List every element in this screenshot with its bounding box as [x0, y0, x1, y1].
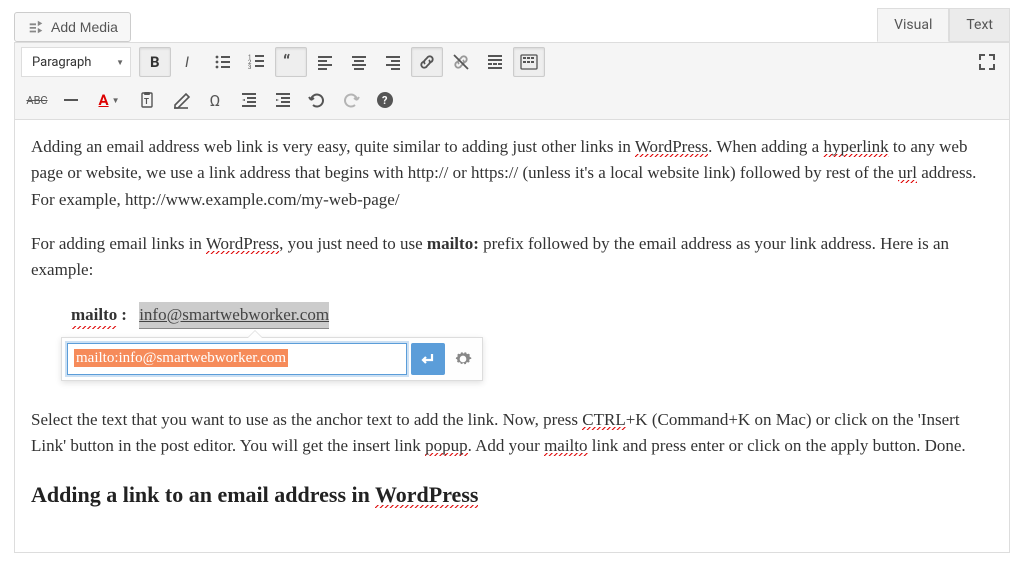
italic-button[interactable]: I — [173, 47, 205, 77]
add-media-button[interactable]: Add Media — [14, 12, 131, 42]
remove-link-button[interactable] — [445, 47, 477, 77]
outdent-button[interactable] — [233, 85, 265, 115]
tab-visual[interactable]: Visual — [877, 8, 949, 42]
link-url-input[interactable]: mailto:info@smartwebworker.com — [67, 343, 407, 375]
strikethrough-button[interactable]: ABC — [21, 85, 53, 115]
svg-text:?: ? — [382, 94, 388, 107]
insert-more-button[interactable] — [479, 47, 511, 77]
editor-content[interactable]: Adding an email address web link is very… — [14, 120, 1010, 553]
example-mailto-line: mailto: info@smartwebworker.com — [31, 302, 993, 329]
paragraph-1: Adding an email address web link is very… — [31, 134, 993, 213]
link-options-button[interactable] — [449, 343, 477, 375]
heading-adding-link: Adding a link to an email address in Wor… — [31, 478, 993, 512]
paragraph-3: Select the text that you want to use as … — [31, 407, 993, 460]
editor-toolbar: Paragraph B I 123 “ ABC A▼ T Ω ? — [14, 42, 1010, 120]
svg-text:T: T — [144, 97, 149, 106]
paste-text-button[interactable]: T — [131, 85, 163, 115]
special-char-button[interactable]: Ω — [199, 85, 231, 115]
media-icon — [27, 18, 45, 36]
redo-button[interactable] — [335, 85, 367, 115]
format-select[interactable]: Paragraph — [21, 47, 131, 77]
bullet-list-button[interactable] — [207, 47, 239, 77]
insert-link-button[interactable] — [411, 47, 443, 77]
svg-text:“: “ — [283, 52, 290, 72]
apply-link-button[interactable] — [411, 343, 445, 375]
toolbar-toggle-button[interactable] — [513, 47, 545, 77]
align-right-button[interactable] — [377, 47, 409, 77]
help-button[interactable]: ? — [369, 85, 401, 115]
undo-button[interactable] — [301, 85, 333, 115]
tab-text[interactable]: Text — [949, 8, 1010, 42]
selected-link-text[interactable]: info@smartwebworker.com — [139, 302, 329, 329]
add-media-label: Add Media — [51, 19, 118, 35]
svg-text:3: 3 — [248, 64, 251, 71]
svg-text:I: I — [185, 53, 189, 71]
svg-text:B: B — [150, 53, 160, 71]
fullscreen-button[interactable] — [971, 47, 1003, 77]
align-left-button[interactable] — [309, 47, 341, 77]
gear-icon — [453, 349, 473, 369]
editor-tabs: Visual Text — [877, 8, 1010, 42]
paragraph-2: For adding email links in WordPress, you… — [31, 231, 993, 284]
insert-link-popup: mailto:info@smartwebworker.com — [61, 337, 483, 381]
clear-formatting-button[interactable] — [165, 85, 197, 115]
horizontal-rule-button[interactable] — [55, 85, 87, 115]
enter-icon — [418, 349, 438, 369]
indent-button[interactable] — [267, 85, 299, 115]
bold-button[interactable]: B — [139, 47, 171, 77]
blockquote-button[interactable]: “ — [275, 47, 307, 77]
text-color-button[interactable]: A▼ — [89, 85, 129, 115]
align-center-button[interactable] — [343, 47, 375, 77]
numbered-list-button[interactable]: 123 — [241, 47, 273, 77]
